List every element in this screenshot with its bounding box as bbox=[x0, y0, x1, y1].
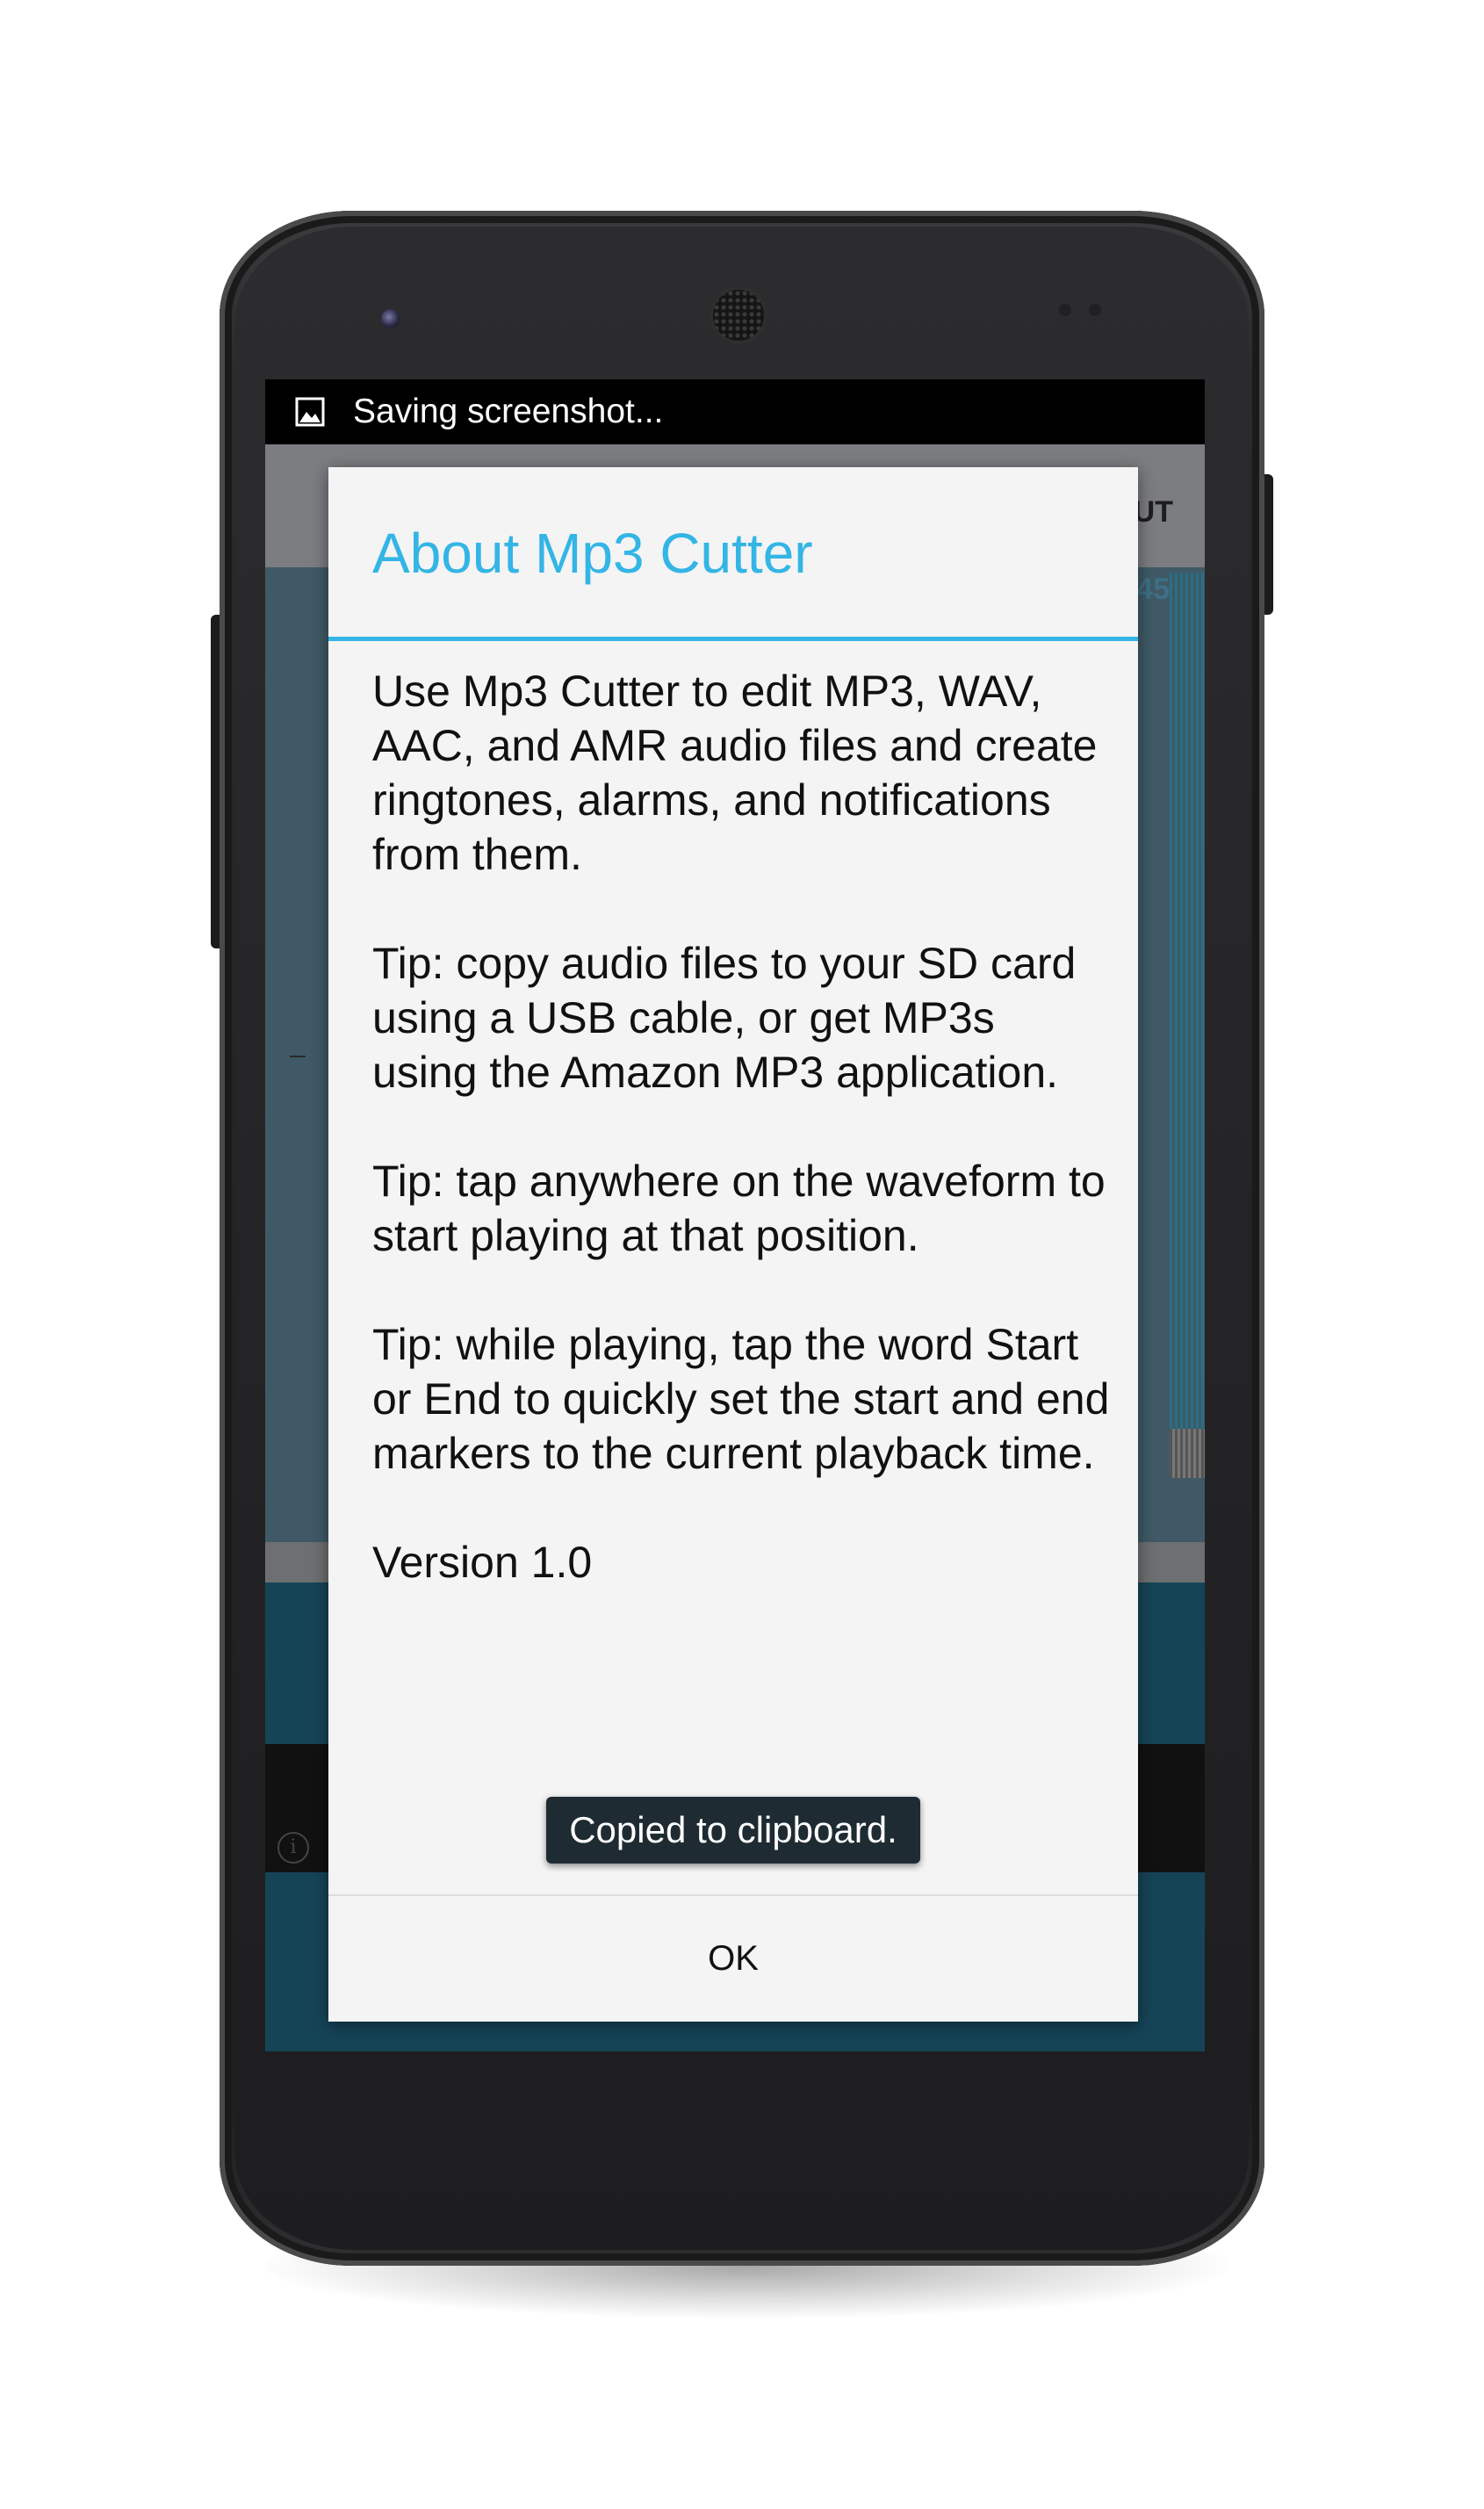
front-camera bbox=[381, 309, 400, 328]
light-sensor bbox=[1089, 304, 1101, 316]
title-divider bbox=[328, 637, 1138, 641]
tip-sd-card: Tip: copy audio files to your SD card us… bbox=[372, 939, 1077, 1097]
end-marker-handle[interactable] bbox=[1170, 1429, 1205, 1478]
timeline-label: 45 bbox=[1136, 573, 1170, 606]
version-text: Version 1.0 bbox=[372, 1538, 593, 1587]
tip-tap-waveform: Tip: tap anywhere on the waveform to sta… bbox=[372, 1157, 1106, 1260]
dialog-message: Use Mp3 Cutter to edit MP3, WAV, AAC, an… bbox=[372, 664, 1110, 1590]
image-icon bbox=[295, 397, 325, 427]
tip-set-markers: Tip: while playing, tap the word Start o… bbox=[372, 1320, 1110, 1478]
info-icon[interactable]: i bbox=[277, 1832, 309, 1864]
ok-button[interactable]: OK bbox=[328, 1896, 1138, 2022]
waveform-peaks bbox=[1170, 573, 1205, 1451]
action-bar-label[interactable]: UT bbox=[1134, 495, 1173, 530]
about-dialog: About Mp3 Cutter Use Mp3 Cutter to edit … bbox=[328, 467, 1138, 2022]
waveform-tick bbox=[290, 1056, 306, 1057]
toast-message: Copied to clipboard. bbox=[546, 1797, 920, 1864]
intro-paragraph: Use Mp3 Cutter to edit MP3, WAV, AAC, an… bbox=[372, 667, 1098, 879]
dialog-title: About Mp3 Cutter bbox=[372, 522, 813, 585]
status-notification-text: Saving screenshot... bbox=[353, 393, 664, 430]
status-bar: Saving screenshot... bbox=[265, 379, 1205, 444]
earpiece-speaker bbox=[713, 290, 764, 341]
device-mockup: Saving screenshot... UT 45 i About Mp3 C… bbox=[0, 0, 1484, 2509]
proximity-sensor bbox=[1059, 304, 1071, 316]
